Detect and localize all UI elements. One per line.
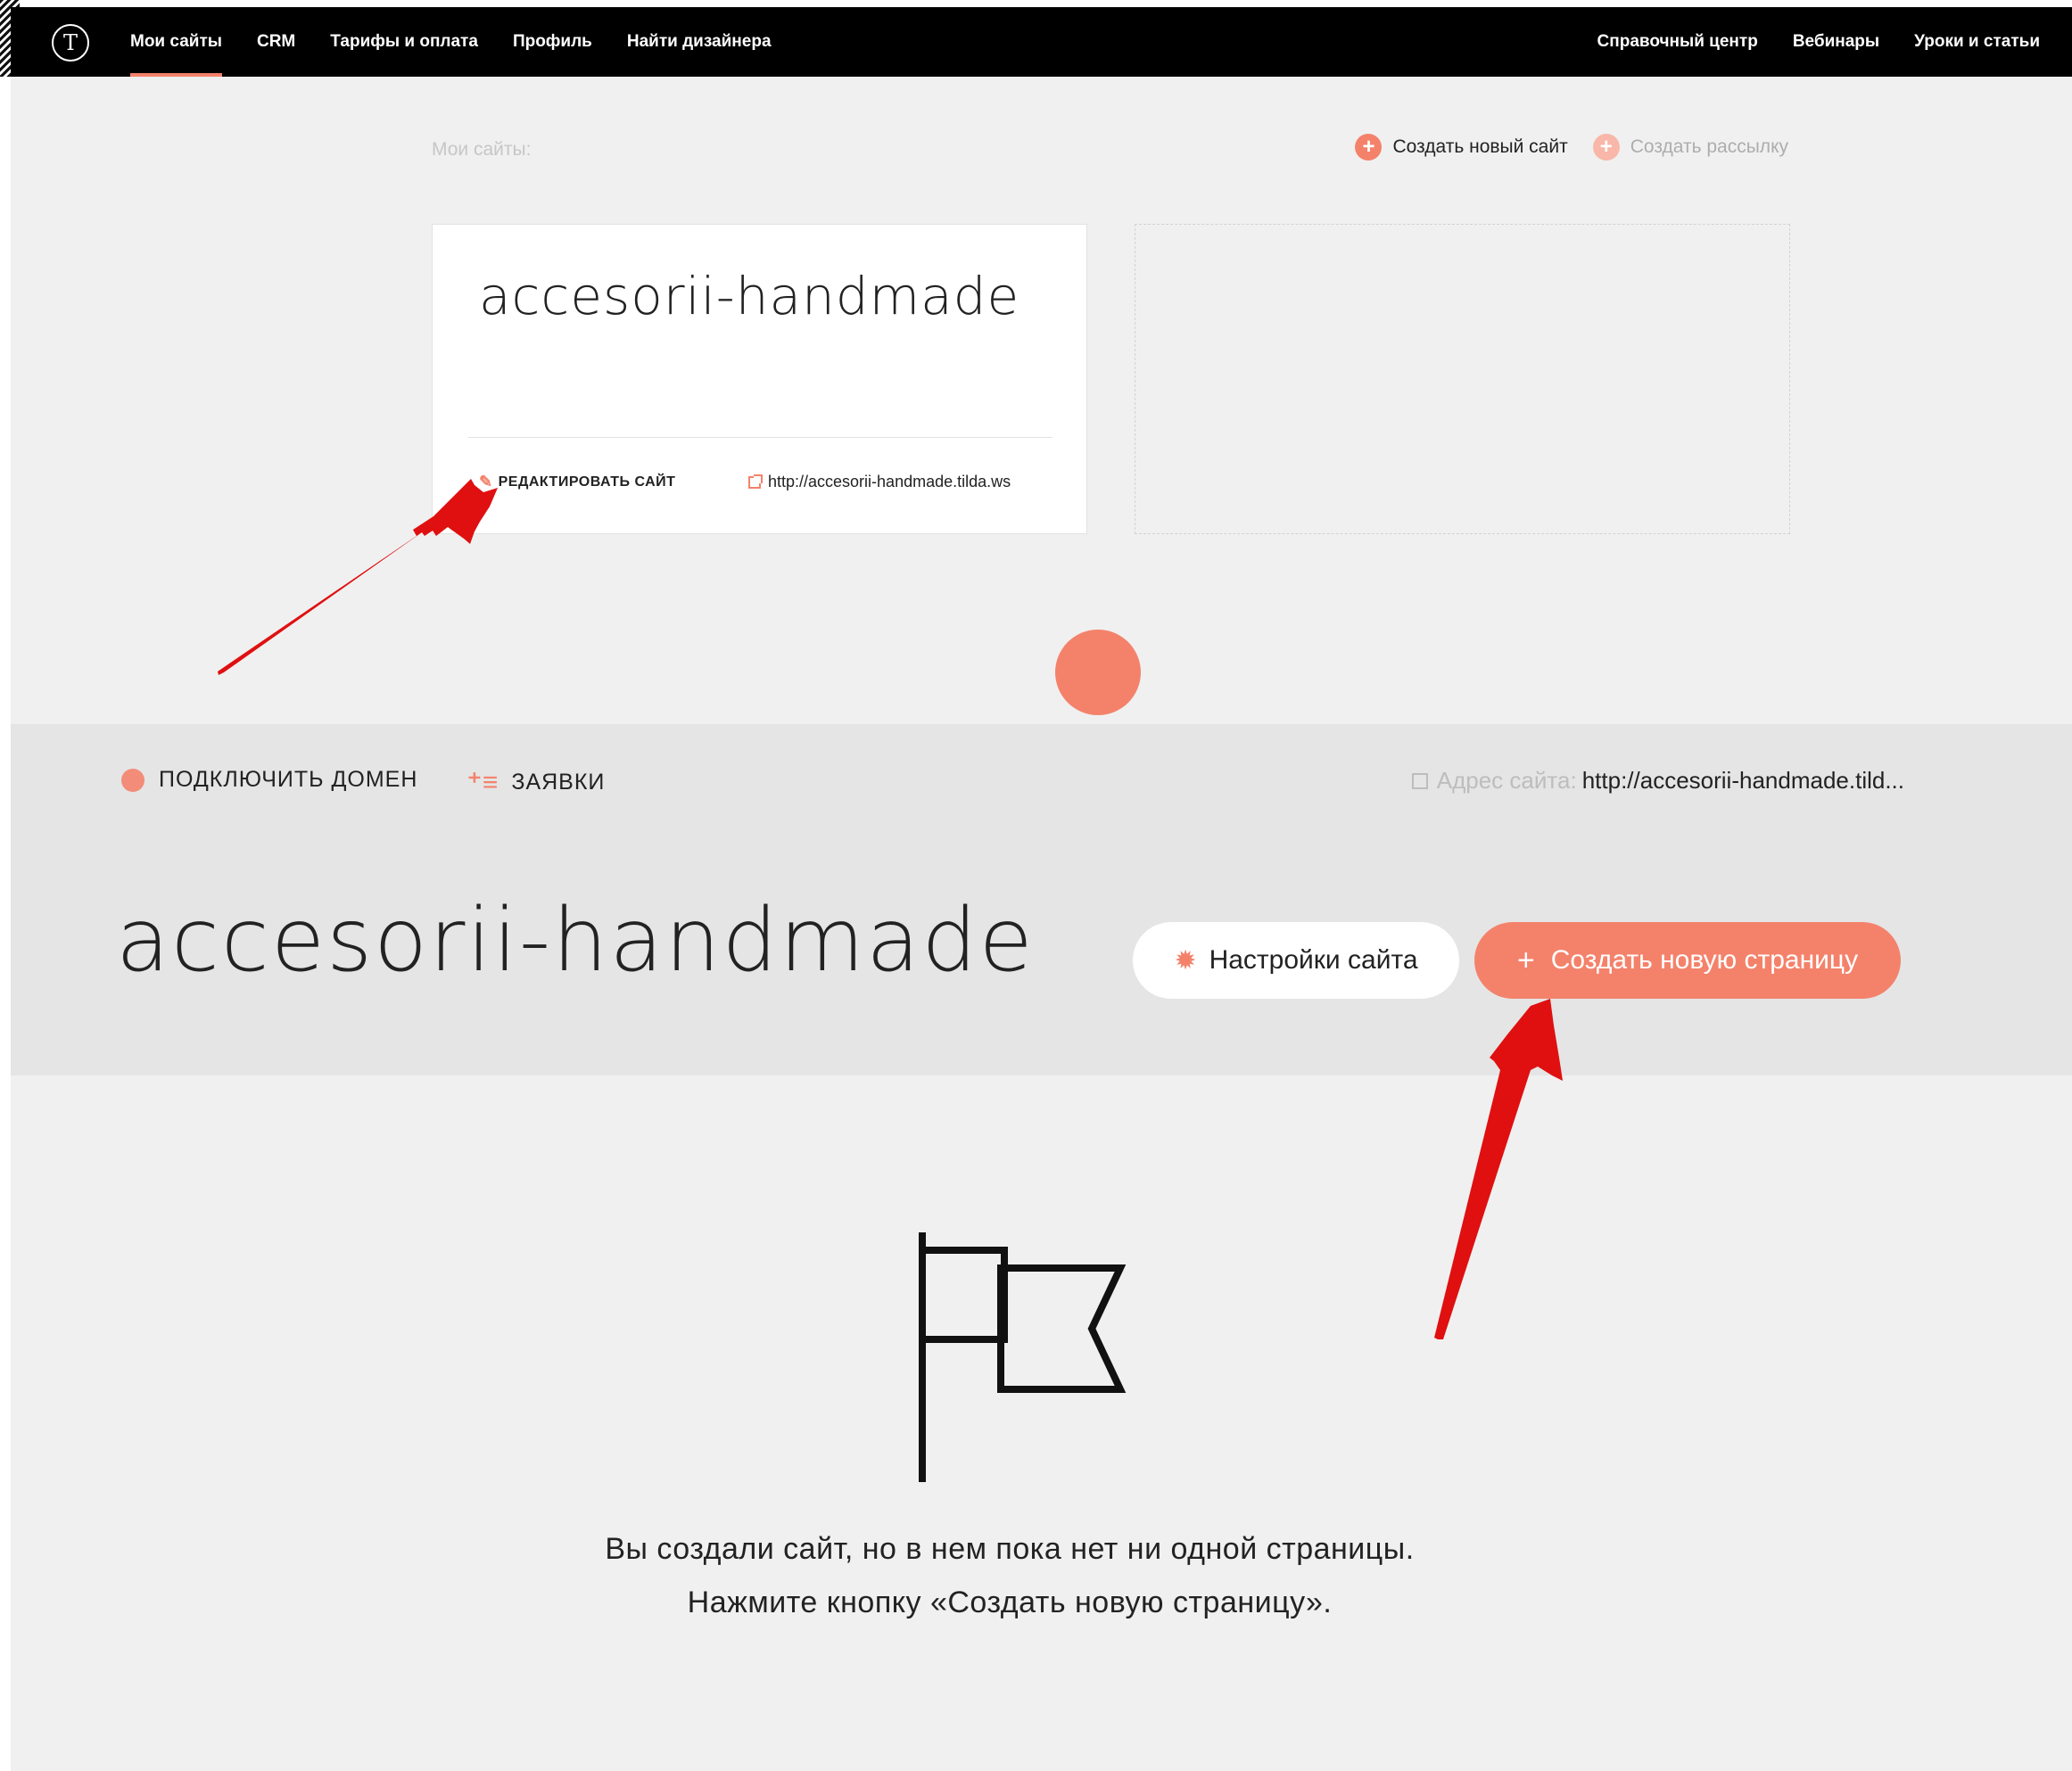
gear-icon: ✹ <box>1174 945 1197 976</box>
site-address-label: Адрес сайта: <box>1436 767 1577 794</box>
edit-site-label: РЕДАКТИРОВАТЬ САЙТ <box>498 474 676 490</box>
empty-state-line-2: Нажмите кнопку «Создать новую страницу». <box>687 1586 1333 1619</box>
create-mailing-button[interactable]: + Создать рассылку <box>1592 134 1788 161</box>
nav-tariffs[interactable]: Тарифы и оплата <box>330 7 478 77</box>
site-address[interactable]: Адрес сайта: http://accesorii-handmade.t… <box>1411 767 1904 795</box>
requests-link[interactable]: ⁺≡ ЗАЯВКИ <box>467 767 605 798</box>
site-settings-button[interactable]: ✹ Настройки сайта <box>1133 922 1459 999</box>
site-card[interactable]: accesorii-handmade ✎ РЕДАКТИРОВАТЬ САЙТ … <box>432 224 1087 534</box>
requests-label: ЗАЯВКИ <box>511 770 606 795</box>
site-address-value: http://accesorii-handmade.tild... <box>1581 767 1904 794</box>
edit-site-link[interactable]: ✎ РЕДАКТИРОВАТЬ САЙТ <box>479 473 675 491</box>
nav-find-designer[interactable]: Найти дизайнера <box>627 7 772 77</box>
site-settings-label: Настройки сайта <box>1209 945 1418 975</box>
top-nav: Т Мои сайты CRM Тарифы и оплата Профиль … <box>11 7 2072 77</box>
my-sites-label: Мои сайты: <box>432 139 532 160</box>
external-link-icon <box>748 474 763 489</box>
my-sites-panel: Мои сайты: + Создать новый сайт + Создат… <box>11 77 2072 724</box>
connect-domain-link[interactable]: ПОДКЛЮЧИТЬ ДОМЕН <box>121 767 417 793</box>
site-url-label: http://accesorii-handmade.tilda.ws <box>768 473 1011 490</box>
nav-help-center[interactable]: Справочный центр <box>1597 7 1758 77</box>
nav-my-sites[interactable]: Мои сайты <box>130 7 222 77</box>
site-card-title[interactable]: accesorii-handmade <box>479 266 1019 326</box>
nav-lessons[interactable]: Уроки и статьи <box>1914 7 2040 77</box>
pencil-icon: ✎ <box>479 473 493 490</box>
create-site-button[interactable]: + Создать новый сайт <box>1355 134 1568 161</box>
plus-icon: + <box>1516 943 1535 977</box>
create-page-label: Создать новую страницу <box>1550 945 1859 975</box>
site-header: ПОДКЛЮЧИТЬ ДОМЕН ⁺≡ ЗАЯВКИ Адрес сайта: … <box>11 724 2072 1075</box>
plus-circle-icon: + <box>1355 134 1383 161</box>
empty-state: Вы создали сайт, но в нем пока нет ни од… <box>11 1075 2072 1771</box>
plus-circle-icon: + <box>1592 134 1620 161</box>
flag-icon <box>919 1232 1127 1482</box>
panel-actions: + Создать новый сайт + Создать рассылку <box>1330 134 1788 161</box>
globe-icon <box>121 768 144 792</box>
logo-icon[interactable]: Т <box>52 24 89 62</box>
create-site-label: Создать новый сайт <box>1392 136 1568 157</box>
list-icon: ⁺≡ <box>467 768 499 797</box>
nav-webinars[interactable]: Вебинары <box>1793 7 1879 77</box>
partial-circle-decoration <box>1055 630 1141 715</box>
create-mailing-label: Создать рассылку <box>1630 136 1788 157</box>
divider <box>468 437 1053 438</box>
nav-crm[interactable]: CRM <box>257 7 295 77</box>
external-link-icon <box>1411 772 1428 789</box>
create-page-button[interactable]: + Создать новую страницу <box>1474 922 1901 999</box>
site-url-link[interactable]: http://accesorii-handmade.tilda.ws <box>748 473 1011 491</box>
nav-right: Справочный центр Вебинары Уроки и статьи <box>1563 7 2040 77</box>
nav-left: Мои сайты CRM Тарифы и оплата Профиль На… <box>130 7 806 77</box>
site-title: accesorii-handmade <box>116 890 1035 992</box>
empty-state-line-1: Вы создали сайт, но в нем пока нет ни од… <box>605 1532 1415 1566</box>
nav-profile[interactable]: Профиль <box>513 7 592 77</box>
connect-domain-label: ПОДКЛЮЧИТЬ ДОМЕН <box>159 767 418 792</box>
empty-site-slot <box>1135 224 1790 534</box>
